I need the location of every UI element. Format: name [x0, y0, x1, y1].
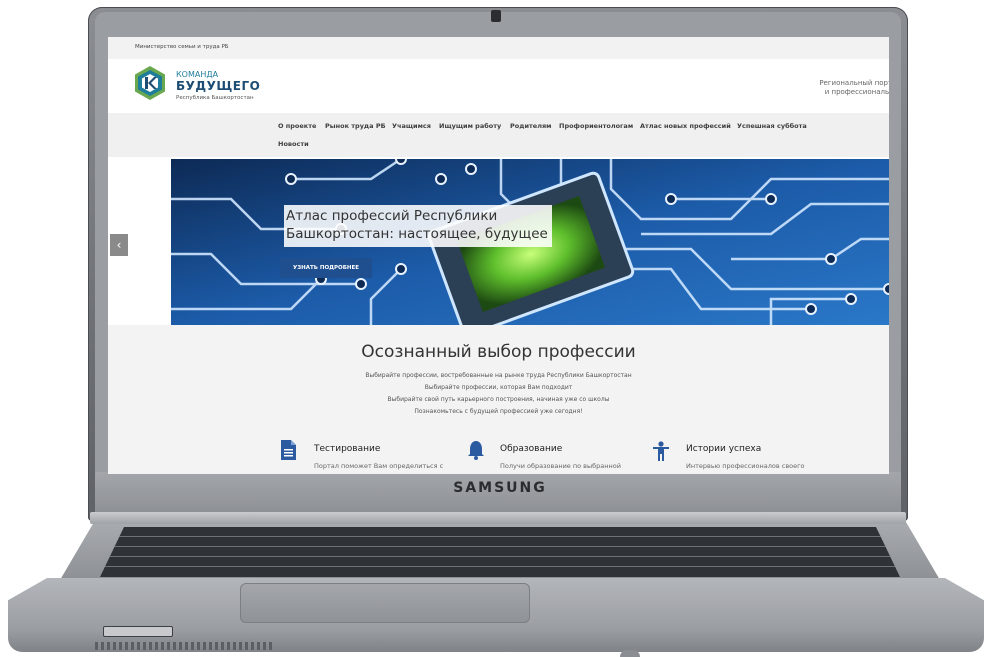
laptop-screen: Министерство семьи и труда РБ КОМАНДА БУ…: [108, 37, 889, 474]
nav-item-news[interactable]: Новости: [278, 140, 309, 148]
slider-prev-button[interactable]: ‹: [110, 234, 128, 256]
feature-title-success-stories[interactable]: Истории успеха: [686, 444, 761, 454]
vent-grille: [95, 642, 275, 650]
nav-item-about[interactable]: О проекте: [278, 122, 316, 130]
intro-line: Познакомьтесь с будущей профессией уже с…: [414, 408, 583, 415]
feature-text-success-stories: Интервью профессионалов своего: [686, 462, 805, 470]
document-icon: [281, 440, 296, 460]
laptop-brand-logo: SAMSUNG: [453, 480, 547, 496]
ministry-link[interactable]: Министерство семьи и труда РБ: [135, 44, 229, 50]
main-nav: О проекте Рынок труда РБ Учащимся Ищущим…: [108, 113, 889, 157]
logo-subtitle: Республика Башкортостан: [176, 95, 254, 101]
intro-title: Осознанный выбор профессии: [361, 342, 636, 362]
slide-title-line: Атлас профессий Республики: [286, 208, 498, 224]
nav-item-students[interactable]: Учащимся: [392, 122, 431, 130]
feature-text-education: Получи образование по выбранной: [500, 462, 621, 470]
feature-text-testing: Портал поможет Вам определиться с: [314, 462, 444, 470]
laptop-hinge: [90, 512, 906, 524]
intro-line: Выбирайте профессии, востребованные на р…: [365, 372, 632, 379]
learn-more-button[interactable]: УЗНАТЬ ПОДРОБНЕЕ: [280, 258, 372, 278]
card-slot: [103, 626, 173, 637]
nav-item-successful-saturday[interactable]: Успешная суббота: [737, 122, 807, 130]
feature-title-testing[interactable]: Тестирование: [314, 444, 380, 454]
webcam-icon: [491, 10, 501, 22]
intro-line: Выбирайте профессии, которая Вам подходи…: [424, 384, 573, 391]
intro-line: Выбирайте свой путь карьерного построени…: [387, 396, 610, 403]
nav-item-labor-market[interactable]: Рынок труда РБ: [325, 122, 386, 130]
portal-description-line: и профессиональной ори: [824, 88, 889, 96]
nav-item-atlas[interactable]: Атлас новых профессий: [640, 122, 731, 130]
portal-description-line: Региональный портал по с: [819, 79, 889, 87]
logo-text-top: КОМАНДА: [176, 70, 219, 79]
nav-item-career-advisors[interactable]: Профориентологам: [559, 122, 633, 130]
nav-item-parents[interactable]: Родителям: [510, 122, 551, 130]
portal-description: Региональный портал по с и профессиональ…: [768, 79, 889, 97]
feature-title-education[interactable]: Образование: [500, 444, 562, 454]
touchpad: [240, 583, 530, 623]
logo-icon[interactable]: [132, 65, 168, 101]
nav-item-job-seekers[interactable]: Ищущим работу: [439, 122, 501, 130]
lid-notch: [620, 650, 640, 657]
bell-icon: [468, 441, 484, 460]
keyboard: [100, 527, 900, 577]
slide-title: Атлас профессий Республики Башкортостан:…: [286, 207, 552, 243]
slide-title-line: Башкортостан: настоящее, будущее: [286, 226, 548, 242]
logo-text-main: БУДУЩЕГО: [176, 79, 261, 93]
person-icon: [653, 441, 669, 461]
